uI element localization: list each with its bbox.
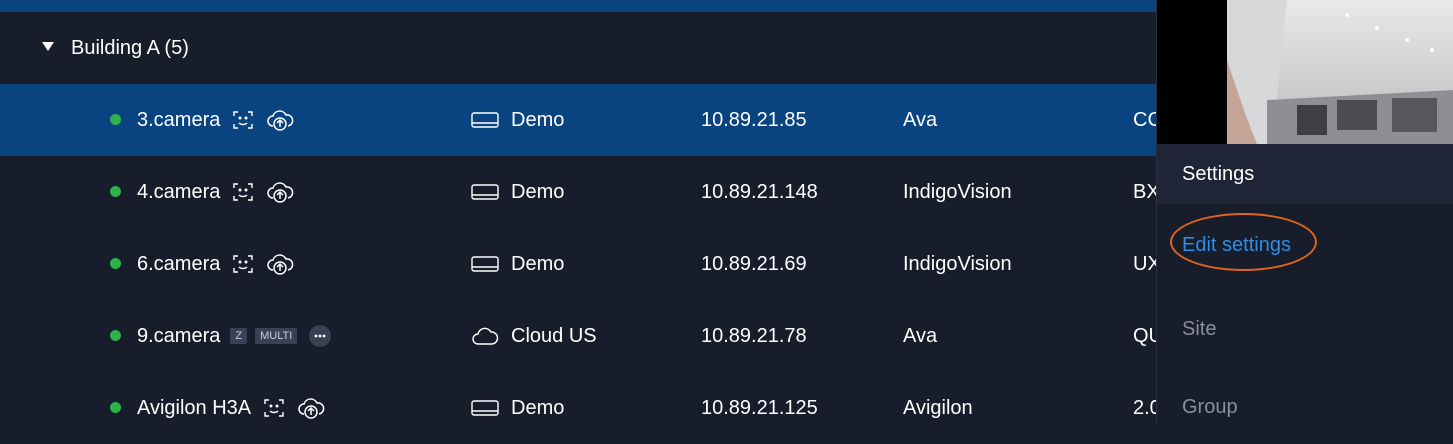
vendor: IndigoVision xyxy=(903,181,1012,203)
site-cell: Demo xyxy=(471,84,564,156)
site-cell: Demo xyxy=(471,156,564,228)
model: UX xyxy=(1133,253,1158,275)
site-name: Demo xyxy=(511,396,565,419)
vendor: Ava xyxy=(903,325,938,347)
site-label: Site xyxy=(1182,318,1217,340)
server-icon xyxy=(471,256,499,272)
more-options-icon[interactable] xyxy=(309,325,332,347)
online-status-dot xyxy=(110,330,121,341)
vendor: IndigoVision xyxy=(903,253,1012,275)
cloud-upload-icon xyxy=(297,396,325,420)
camera-name-cell: 4.camera xyxy=(137,156,294,228)
site-name: Demo xyxy=(511,252,565,275)
online-status-dot xyxy=(110,114,121,125)
face-detection-icon xyxy=(232,254,254,274)
cloud-upload-icon xyxy=(266,252,294,276)
face-detection-icon xyxy=(232,182,254,202)
ip-address: 10.89.21.148 xyxy=(701,181,818,203)
server-icon xyxy=(471,400,499,416)
cloud-icon xyxy=(472,327,499,345)
online-status-dot xyxy=(110,402,121,413)
site-cell: Cloud US xyxy=(471,300,597,372)
face-detection-icon xyxy=(232,110,254,130)
camera-row[interactable]: 4.camera Demo 10.89.21.148 IndigoVision … xyxy=(0,156,1158,228)
face-detection-icon xyxy=(263,398,285,418)
camera-name-cell: Avigilon H3A xyxy=(137,372,325,444)
online-status-dot xyxy=(110,258,121,269)
group-title: Building A (5) xyxy=(71,37,189,59)
ip-address: 10.89.21.125 xyxy=(701,397,818,419)
group-header-building-a[interactable]: Building A (5) xyxy=(0,12,1158,84)
selected-row-edge xyxy=(0,0,1158,12)
group-label: Group xyxy=(1182,396,1238,418)
model: 2.0 xyxy=(1133,397,1158,419)
ip-address: 10.89.21.78 xyxy=(701,325,807,347)
vendor: Avigilon xyxy=(903,397,973,419)
camera-feed-image xyxy=(1227,0,1453,144)
site-name: Cloud US xyxy=(511,324,597,347)
camera-details-panel: Settings Edit settings Site Group xyxy=(1156,0,1453,424)
server-icon xyxy=(471,184,499,200)
model: BX xyxy=(1133,181,1158,203)
site-name: Demo xyxy=(511,108,565,131)
site-name: Demo xyxy=(511,180,565,203)
camera-name-cell: 3.camera xyxy=(137,84,294,156)
model: QU xyxy=(1133,325,1158,347)
site-cell: Demo xyxy=(471,372,564,444)
camera-name-cell: 6.camera xyxy=(137,228,294,300)
online-status-dot xyxy=(110,186,121,197)
vendor: Ava xyxy=(903,109,938,131)
camera-preview[interactable] xyxy=(1157,0,1453,144)
camera-row[interactable]: 9.camera Z MULTI Cloud US 10.89.21.78 Av… xyxy=(0,300,1158,372)
camera-name: 9.camera xyxy=(137,324,221,347)
cloud-upload-icon xyxy=(266,180,294,204)
cloud-upload-icon xyxy=(266,108,294,132)
camera-name: 6.camera xyxy=(137,252,221,275)
camera-name-cell: 9.camera Z MULTI xyxy=(137,300,332,372)
collapse-triangle-icon[interactable] xyxy=(42,42,54,51)
settings-section-header: Settings xyxy=(1157,144,1453,204)
ip-address: 10.89.21.85 xyxy=(701,109,807,131)
site-cell: Demo xyxy=(471,228,564,300)
camera-row[interactable]: Avigilon H3A Demo 10.89.21.125 Avigilon … xyxy=(0,372,1158,444)
edit-settings-link[interactable]: Edit settings xyxy=(1182,232,1291,258)
multi-badge: MULTI xyxy=(255,328,298,344)
settings-title: Settings xyxy=(1182,163,1255,185)
zoom-badge: Z xyxy=(230,328,248,344)
model: CC xyxy=(1133,109,1158,131)
camera-name: Avigilon H3A xyxy=(137,396,252,419)
camera-row[interactable]: 6.camera Demo 10.89.21.69 IndigoVision U… xyxy=(0,228,1158,300)
camera-name: 4.camera xyxy=(137,180,221,203)
ip-address: 10.89.21.69 xyxy=(701,253,807,275)
server-icon xyxy=(471,112,499,128)
camera-name: 3.camera xyxy=(137,108,221,131)
camera-row[interactable]: 3.camera Demo 10.89.21.85 Ava CC xyxy=(0,84,1158,156)
